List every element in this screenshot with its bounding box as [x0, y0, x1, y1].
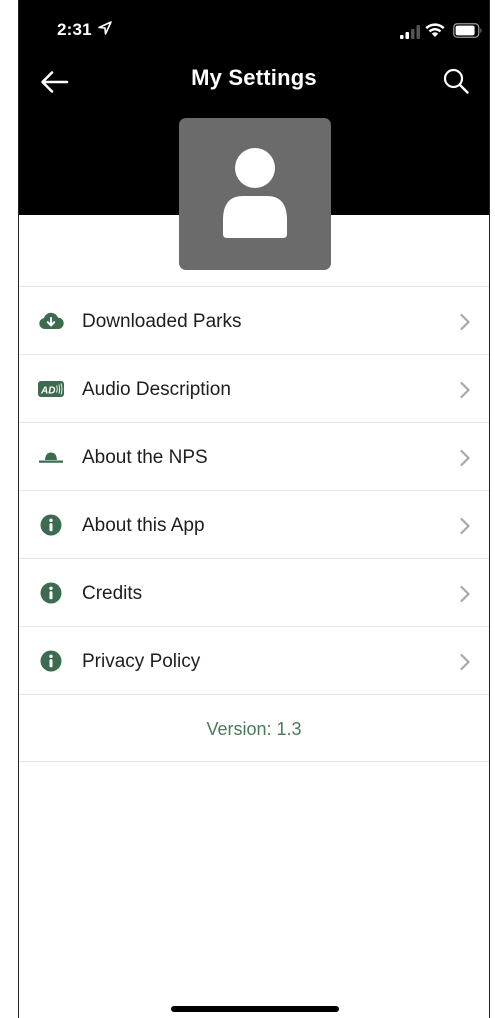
user-icon	[223, 148, 287, 238]
menu-item-label: Audio Description	[82, 379, 231, 400]
chevron-right-icon	[460, 653, 470, 671]
phone-screen: 2:31 My Settings Downloaded Parks AD Aud…	[18, 0, 490, 1018]
audio-description-icon: AD	[38, 381, 64, 397]
chevron-right-icon	[460, 517, 470, 535]
menu-item-label: About the NPS	[82, 447, 208, 468]
menu-item-downloaded-parks[interactable]: Downloaded Parks	[19, 286, 489, 354]
battery-icon	[453, 23, 482, 38]
menu-item-audio-description[interactable]: AD Audio Description	[19, 354, 489, 422]
info-icon	[40, 514, 62, 536]
profile-avatar[interactable]	[179, 118, 331, 270]
status-bar: 2:31	[19, 0, 489, 56]
status-time: 2:31	[57, 20, 92, 39]
chevron-right-icon	[460, 313, 470, 331]
version-label: Version: 1.3	[206, 719, 302, 739]
menu-item-label: About this App	[82, 515, 205, 536]
menu-item-about-app[interactable]: About this App	[19, 490, 489, 558]
chevron-right-icon	[460, 585, 470, 603]
menu-item-privacy-policy[interactable]: Privacy Policy	[19, 626, 489, 694]
search-icon[interactable]	[441, 66, 471, 96]
chevron-right-icon	[460, 449, 470, 467]
cloud-download-icon	[39, 312, 64, 329]
chevron-right-icon	[460, 381, 470, 399]
wifi-icon	[425, 23, 445, 37]
location-arrow-icon	[98, 21, 112, 35]
settings-menu: Downloaded Parks AD Audio Description Ab…	[19, 286, 489, 762]
info-icon	[40, 582, 62, 604]
menu-item-label: Privacy Policy	[82, 651, 201, 672]
page-title: My Settings	[191, 65, 317, 90]
info-icon	[40, 650, 62, 672]
svg-text:AD: AD	[40, 386, 55, 397]
ranger-hat-icon	[39, 452, 63, 463]
menu-item-label: Downloaded Parks	[82, 311, 242, 332]
cellular-signal-icon	[400, 25, 420, 39]
version-row: Version: 1.3	[19, 694, 489, 762]
menu-item-label: Credits	[82, 583, 143, 604]
home-indicator[interactable]	[171, 1006, 339, 1012]
menu-item-credits[interactable]: Credits	[19, 558, 489, 626]
menu-item-about-nps[interactable]: About the NPS	[19, 422, 489, 490]
